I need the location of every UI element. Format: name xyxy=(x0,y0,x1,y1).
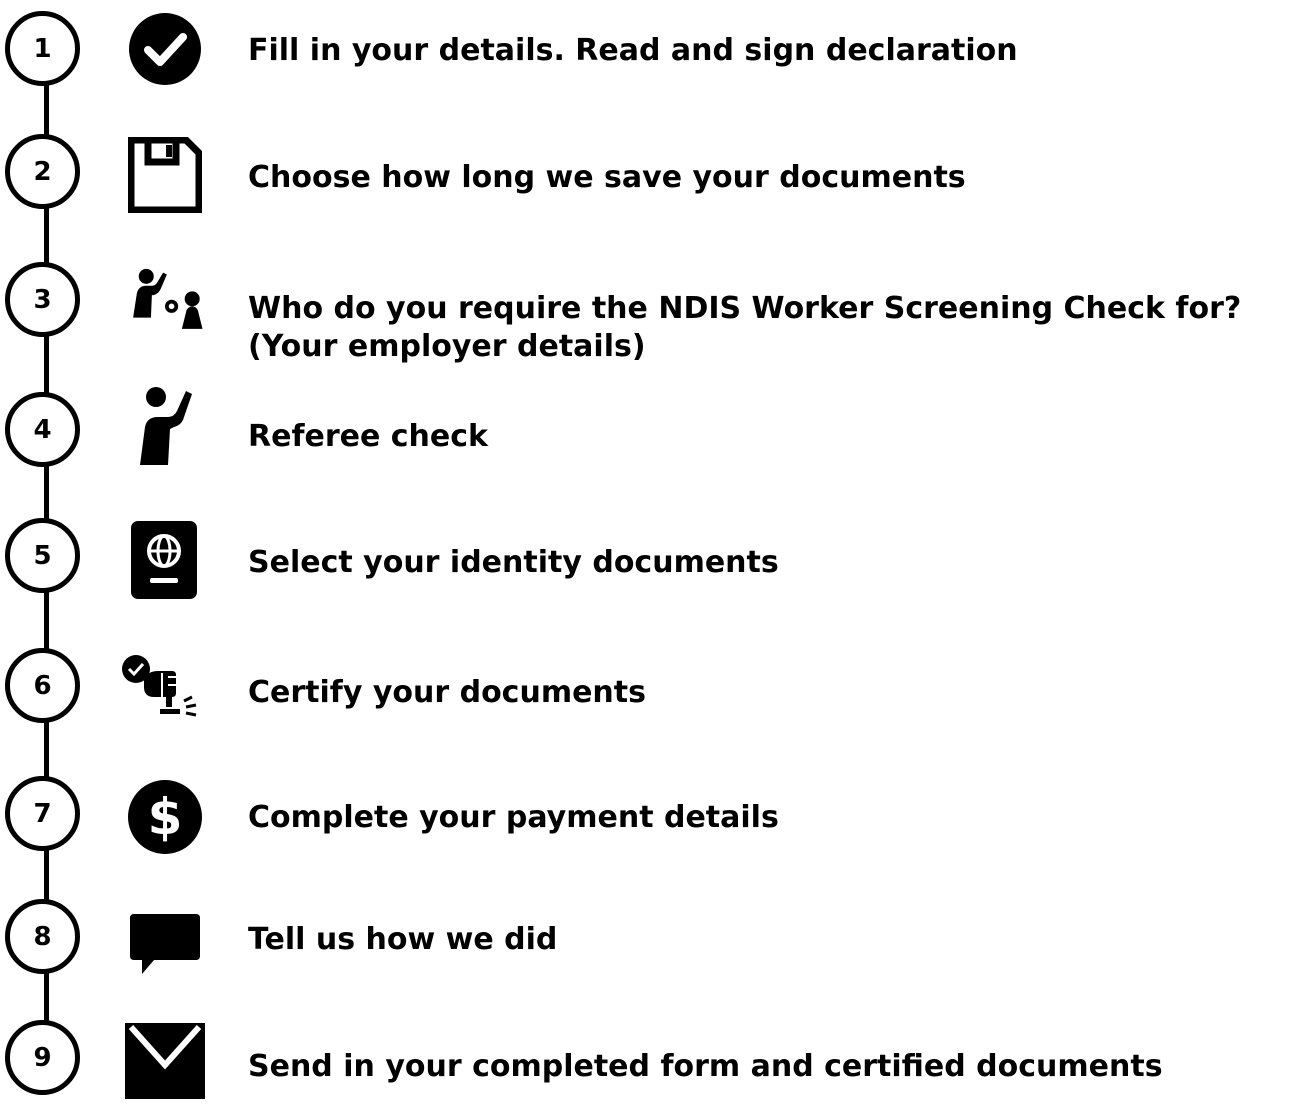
step-6: 6 Certify your documents xyxy=(0,640,1309,740)
step-label: Select your identity documents xyxy=(248,545,779,580)
step-label-line-2: (Your employer details) xyxy=(248,329,646,364)
step-number-badge: 4 xyxy=(5,392,80,467)
stamp-certify-icon xyxy=(120,648,210,728)
step-number-badge: 9 xyxy=(5,1020,80,1095)
speech-bubble-icon xyxy=(120,905,210,985)
check-circle-icon xyxy=(120,9,210,89)
passport-icon xyxy=(120,520,210,600)
step-label: Tell us how we did xyxy=(248,922,558,957)
step-number-badge: 7 xyxy=(5,776,80,851)
floppy-disk-icon xyxy=(120,135,210,215)
step-9: 9 Send in your completed form and certif… xyxy=(0,1012,1309,1112)
step-3: 3 Who do you require the NDIS Worker Scr… xyxy=(0,256,1309,364)
step-1: 1 Fill in your details. Read and sign de… xyxy=(0,3,1309,103)
step-number-badge: 6 xyxy=(5,648,80,723)
step-number-badge: 5 xyxy=(5,518,80,593)
step-label: Referee check xyxy=(248,419,488,454)
step-number-badge: 8 xyxy=(5,899,80,974)
step-8: 8 Tell us how we did xyxy=(0,893,1309,993)
step-label: Send in your completed form and certifie… xyxy=(248,1049,1163,1084)
step-label: Certify your documents xyxy=(248,675,646,710)
dollar-circle-icon: $ xyxy=(120,777,210,857)
step-2: 2 Choose how long we save your documents xyxy=(0,128,1309,228)
step-7: 7 $ Complete your payment details xyxy=(0,768,1309,868)
step-label: Who do you require the NDIS Worker Scree… xyxy=(248,291,1242,326)
step-label: Complete your payment details xyxy=(248,800,779,835)
step-4: 4 Referee check xyxy=(0,386,1309,486)
step-number-badge: 3 xyxy=(5,262,80,337)
step-5: 5 Select your identity documents xyxy=(0,510,1309,610)
person-waving-icon xyxy=(120,386,210,466)
envelope-icon xyxy=(120,1020,210,1100)
worker-and-person-icon xyxy=(120,256,210,336)
svg-text:$: $ xyxy=(148,788,183,846)
step-label: Fill in your details. Read and sign decl… xyxy=(248,33,1018,68)
step-number-badge: 1 xyxy=(5,11,80,86)
step-label: Choose how long we save your documents xyxy=(248,160,966,195)
step-number-badge: 2 xyxy=(5,134,80,209)
